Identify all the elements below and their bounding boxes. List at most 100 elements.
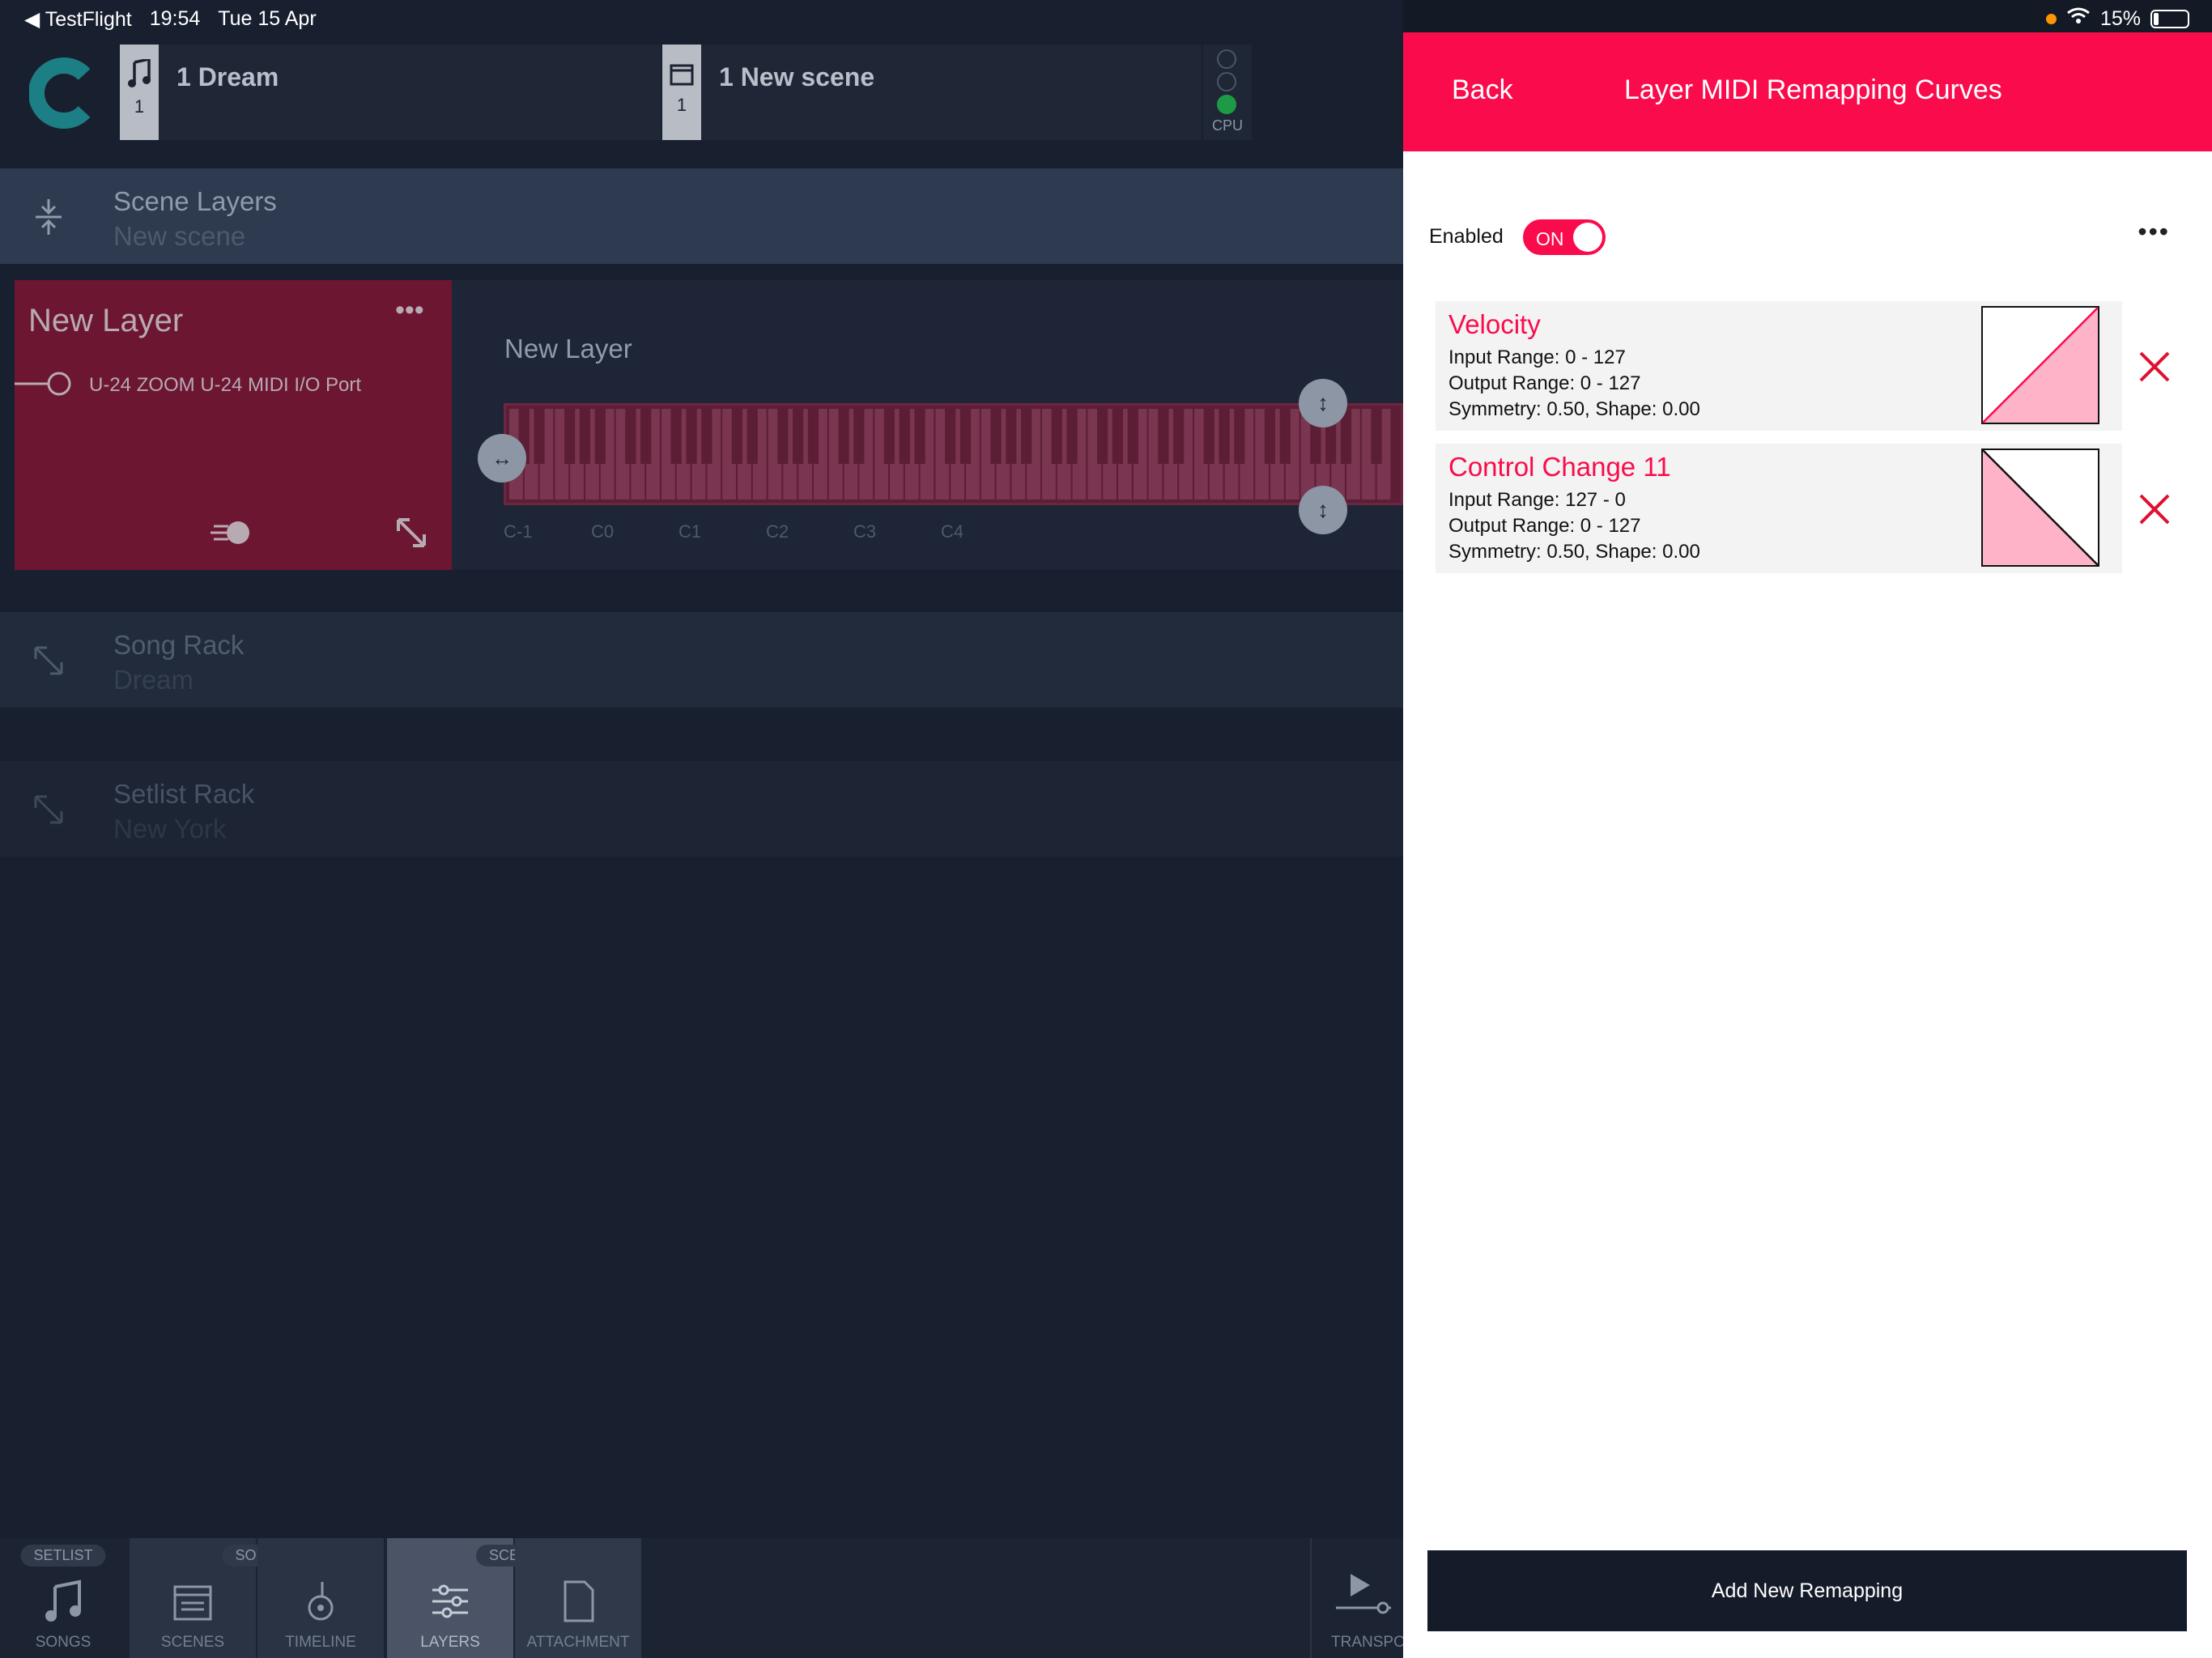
black-key (853, 409, 865, 464)
app-logo (28, 57, 94, 130)
black-key (1203, 409, 1214, 464)
black-key (1264, 409, 1276, 464)
scene-number-tab: 1 (662, 45, 701, 140)
octave-labels: C-1 C0 C1 C2 C3 C4 (497, 521, 1388, 546)
black-key (1112, 409, 1124, 464)
black-key (747, 409, 758, 464)
tab-timeline-label: TIMELINE (285, 1634, 356, 1651)
delete-velocity-icon[interactable] (2134, 346, 2175, 387)
cpu-light-mid (1217, 72, 1236, 91)
octave-label: C-1 (504, 521, 533, 542)
remapping-name: Velocity (1448, 309, 1541, 339)
cpu-label: CPU (1211, 117, 1243, 134)
scene-layers-title: Scene Layers (113, 186, 277, 216)
enabled-label: Enabled (1429, 225, 1504, 248)
song-selector[interactable]: 1 1 Dream (120, 45, 661, 140)
add-new-remapping-button[interactable]: Add New Remapping (1427, 1550, 2187, 1631)
remapping-card-velocity[interactable]: Velocity Input Range: 0 - 127 Output Ran… (1436, 301, 2122, 431)
song-rack[interactable]: Song Rack Dream (0, 612, 1403, 708)
back-to-app-link[interactable]: ◀ TestFlight (24, 7, 132, 32)
range-move-handle[interactable]: ↔ (478, 434, 526, 483)
midi-port-connector-icon (15, 372, 71, 396)
layer-title: New Layer (28, 303, 184, 338)
black-key (534, 409, 545, 464)
resize-icon[interactable] (393, 515, 429, 551)
remapping-params: Symmetry: 0.50, Shape: 0.00 (1448, 398, 1700, 420)
black-key (1219, 409, 1230, 464)
expand-icon[interactable] (29, 641, 68, 680)
black-key (1006, 409, 1017, 464)
tab-attachment[interactable]: ATTACHMENT (515, 1538, 641, 1658)
curve-preview-ascending (1981, 306, 2099, 424)
layer-card[interactable]: New Layer ••• U-24 ZOOM U-24 MIDI I/O Po… (15, 280, 452, 570)
piano-keys (509, 409, 1391, 500)
song-number-tab: 1 (120, 45, 159, 140)
enabled-toggle[interactable]: ON (1523, 219, 1606, 255)
group-pill-setlist: SETLIST (20, 1545, 106, 1567)
scene-layers-rack[interactable]: Scene Layers New scene (0, 168, 1403, 264)
cpu-light-top (1217, 49, 1236, 69)
remapping-input-range: Input Range: 0 - 127 (1448, 346, 1626, 368)
panel-title: Layer MIDI Remapping Curves (1624, 74, 2002, 105)
remapping-params: Symmetry: 0.50, Shape: 0.00 (1448, 541, 1700, 563)
tab-transport-label: TRANSPORT (1331, 1634, 1403, 1651)
delete-cc11-icon[interactable] (2134, 489, 2175, 529)
clapperboard-icon (173, 1585, 212, 1621)
black-key (701, 409, 713, 464)
keyboard-layer-title: New Layer (504, 334, 632, 363)
black-key (1097, 409, 1108, 464)
collapse-icon[interactable] (29, 198, 68, 236)
black-key (579, 409, 591, 464)
scene-layers-subtitle: New scene (113, 221, 246, 251)
tab-layers-label: LAYERS (420, 1634, 480, 1651)
cpu-light-bottom (1217, 95, 1236, 114)
black-key (1066, 409, 1078, 464)
expand-icon[interactable] (29, 790, 68, 829)
clapperboard-icon (670, 64, 694, 86)
layer-more-icon[interactable]: ••• (395, 295, 424, 326)
timeline-icon (308, 1582, 334, 1621)
octave-label: C3 (853, 521, 877, 542)
remapping-output-range: Output Range: 0 - 127 (1448, 372, 1641, 394)
scene-title: 1 New scene (719, 62, 875, 91)
octave-label: C1 (678, 521, 702, 542)
toggle-state-label: ON (1536, 228, 1564, 249)
octave-label: C4 (941, 521, 964, 542)
song-title: 1 Dream (177, 62, 279, 91)
black-key (1127, 409, 1138, 464)
black-key (1371, 409, 1382, 464)
black-key (1158, 409, 1169, 464)
battery-percent: 15% (2099, 7, 2141, 30)
black-key (1021, 409, 1032, 464)
main-app: 1 1 Dream 1 1 New scene CPU Scene Layers… (0, 0, 1403, 1658)
scene-number: 1 (676, 95, 687, 115)
music-note-icon (128, 57, 151, 87)
back-button[interactable]: Back (1452, 74, 1513, 106)
keyboard-panel: New Layer ↔ ↕ ↕ C-1 C0 C1 C2 C3 C4 (452, 280, 1403, 570)
scene-selector[interactable]: 1 1 New scene (662, 45, 1202, 140)
setlist-rack-subtitle: New York (113, 814, 227, 844)
document-icon (564, 1580, 594, 1622)
velocity-top-handle[interactable]: ↕ (1299, 379, 1347, 427)
orange-dot-icon (2045, 14, 2057, 24)
black-key (1234, 409, 1245, 464)
tab-transport[interactable]: TRANSPORT (1310, 1538, 1403, 1658)
tab-songs[interactable]: SETLIST SONGS (0, 1538, 126, 1658)
black-key (793, 409, 804, 464)
black-key (838, 409, 849, 464)
keyboard-range[interactable] (504, 403, 1403, 505)
setlist-rack-title: Setlist Rack (113, 779, 255, 809)
song-rack-title: Song Rack (113, 630, 245, 660)
black-key (1173, 409, 1185, 464)
setlist-rack[interactable]: Setlist Rack New York (0, 761, 1403, 857)
song-number: 1 (134, 96, 145, 117)
more-options-icon[interactable]: ••• (2138, 217, 2170, 247)
black-key (640, 409, 652, 464)
status-bar: ◀ TestFlight 19:54 Tue 15 Apr 15% (0, 0, 2212, 37)
remapping-card-cc11[interactable]: Control Change 11 Input Range: 127 - 0 O… (1436, 444, 2122, 573)
black-key (959, 409, 972, 464)
tab-timeline[interactable]: TIMELINE (257, 1538, 384, 1658)
black-key (899, 409, 910, 464)
battery-icon (2150, 10, 2189, 28)
black-key (564, 409, 576, 464)
